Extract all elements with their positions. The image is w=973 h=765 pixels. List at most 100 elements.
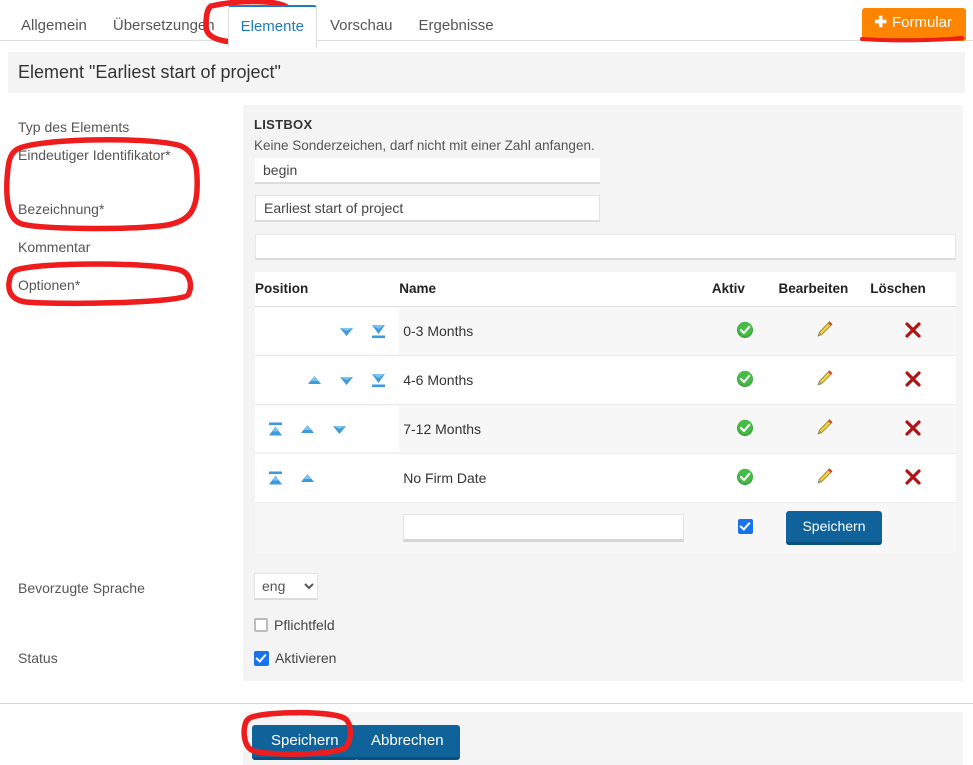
move-up-icon[interactable] (305, 371, 324, 390)
label-preferred-language: Bevorzugte Sprache (18, 580, 145, 596)
table-row: 4-6 Months (255, 355, 956, 405)
designation-input[interactable] (255, 195, 600, 222)
column-header-position: Position (255, 272, 400, 307)
footer-divider (0, 703, 973, 704)
table-row: 0-3 Months (255, 306, 956, 356)
options-table-header-row: Position Name Aktiv Bearbeiten Löschen (255, 272, 956, 307)
move-up-icon[interactable] (298, 420, 317, 439)
column-header-name: Name (399, 272, 712, 307)
tab-bar: Allgemein Übersetzungen Elemente Vorscha… (0, 0, 973, 48)
active-status-cell[interactable] (711, 355, 779, 405)
preferred-language-select[interactable]: eng (254, 573, 318, 600)
position-controls (255, 406, 400, 452)
language-status-panel: eng Pflichtfeld Aktivieren (243, 561, 963, 681)
label-designation: Bezeichnung* (18, 201, 105, 217)
required-field-row: Pflichtfeld (254, 617, 963, 633)
edit-pencil-icon[interactable] (815, 369, 834, 391)
identifier-hint: Keine Sonderzeichen, darf nicht mit eine… (254, 138, 595, 153)
new-form-button[interactable]: ✚ Formular (862, 8, 966, 41)
page-root: Allgemein Übersetzungen Elemente Vorscha… (0, 0, 973, 765)
column-header-delete: Löschen (870, 272, 956, 307)
active-check-icon[interactable] (736, 321, 754, 342)
move-down-icon[interactable] (330, 420, 349, 439)
label-comment: Kommentar (18, 239, 91, 255)
active-check-icon[interactable] (736, 419, 754, 440)
label-element-type: Typ des Elements (18, 119, 130, 135)
new-form-button-label: Formular (891, 14, 952, 31)
delete-x-icon[interactable] (904, 321, 922, 342)
tab-bar-underline (0, 40, 973, 41)
options-table: Position Name Aktiv Bearbeiten Löschen 0… (255, 272, 956, 553)
save-option-button[interactable]: Speichern (786, 510, 882, 545)
move-to-bottom-icon[interactable] (369, 322, 388, 341)
delete-x-icon[interactable] (904, 419, 922, 440)
comment-input[interactable] (255, 234, 956, 260)
edit-cell[interactable] (778, 453, 871, 503)
footer-actions: Speichern Abbrechen (243, 712, 963, 765)
position-cell (255, 404, 400, 454)
move-down-icon[interactable] (337, 371, 356, 390)
page-title-bar: Element "Earliest start of project" (8, 52, 965, 93)
delete-cell[interactable] (870, 306, 956, 356)
activate-row: Aktivieren (254, 650, 963, 666)
delete-x-icon[interactable] (904, 370, 922, 391)
move-up-icon[interactable] (298, 469, 317, 488)
add-row-position-cell (255, 502, 400, 553)
delete-cell[interactable] (870, 355, 956, 405)
unique-identifier-input[interactable] (255, 158, 600, 184)
edit-cell[interactable] (778, 404, 871, 454)
position-cell (255, 306, 400, 356)
add-row-active-cell (711, 502, 779, 553)
option-name: 4-6 Months (399, 355, 712, 405)
active-status-cell[interactable] (711, 404, 779, 454)
move-down-icon[interactable] (337, 322, 356, 341)
element-settings-top: LISTBOX Keine Sonderzeichen, darf nicht … (243, 105, 963, 563)
tab-list: Allgemein Übersetzungen Elemente Vorscha… (8, 0, 507, 48)
table-row: No Firm Date (255, 453, 956, 503)
save-button[interactable]: Speichern (252, 725, 358, 760)
form-body: Typ des Elements Eindeutiger Identifikat… (0, 99, 973, 765)
element-type-value: LISTBOX (254, 117, 313, 132)
move-to-bottom-icon[interactable] (369, 371, 388, 390)
position-controls (255, 357, 399, 403)
edit-cell[interactable] (778, 306, 871, 356)
delete-cell[interactable] (870, 404, 956, 454)
new-option-active-checkbox[interactable] (737, 518, 753, 534)
move-to-top-icon[interactable] (266, 469, 285, 488)
option-name: No Firm Date (399, 453, 712, 503)
add-row-name-cell (399, 502, 712, 553)
edit-pencil-icon[interactable] (815, 467, 834, 489)
edit-cell[interactable] (778, 355, 871, 405)
new-option-input[interactable] (403, 513, 685, 542)
label-options: Optionen* (18, 277, 81, 293)
delete-cell[interactable] (870, 453, 956, 503)
edit-pencil-icon[interactable] (815, 418, 834, 440)
column-header-active: Aktiv (711, 272, 779, 307)
page-title: Element "Earliest start of project" (18, 62, 281, 82)
required-field-checkbox[interactable] (254, 618, 268, 632)
options-table-body: 0-3 Months 4-6 Months 7-12 Months No Fir… (255, 306, 956, 553)
label-unique-identifier: Eindeutiger Identifikator* (18, 147, 171, 163)
active-check-icon[interactable] (736, 468, 754, 489)
cancel-button[interactable]: Abbrechen (355, 725, 460, 760)
active-status-cell[interactable] (711, 306, 779, 356)
position-controls (255, 455, 399, 501)
option-name: 7-12 Months (399, 404, 712, 454)
required-field-label: Pflichtfeld (274, 617, 335, 633)
plus-icon: ✚ (874, 14, 887, 31)
add-row-save-cell: Speichern (778, 502, 956, 553)
active-check-icon[interactable] (736, 370, 754, 391)
active-status-cell[interactable] (711, 453, 779, 503)
position-controls (255, 308, 400, 354)
activate-label: Aktivieren (275, 650, 337, 666)
edit-pencil-icon[interactable] (815, 320, 834, 342)
table-row: 7-12 Months (255, 404, 956, 454)
tab-elemente[interactable]: Elemente (227, 5, 317, 48)
delete-x-icon[interactable] (904, 468, 922, 489)
add-option-row: Speichern (255, 502, 956, 553)
move-to-top-icon[interactable] (266, 420, 285, 439)
column-header-edit: Bearbeiten (778, 272, 871, 307)
activate-checkbox[interactable] (254, 650, 269, 666)
element-settings-panel: LISTBOX Keine Sonderzeichen, darf nicht … (243, 105, 963, 563)
options-table-head: Position Name Aktiv Bearbeiten Löschen (255, 272, 956, 307)
